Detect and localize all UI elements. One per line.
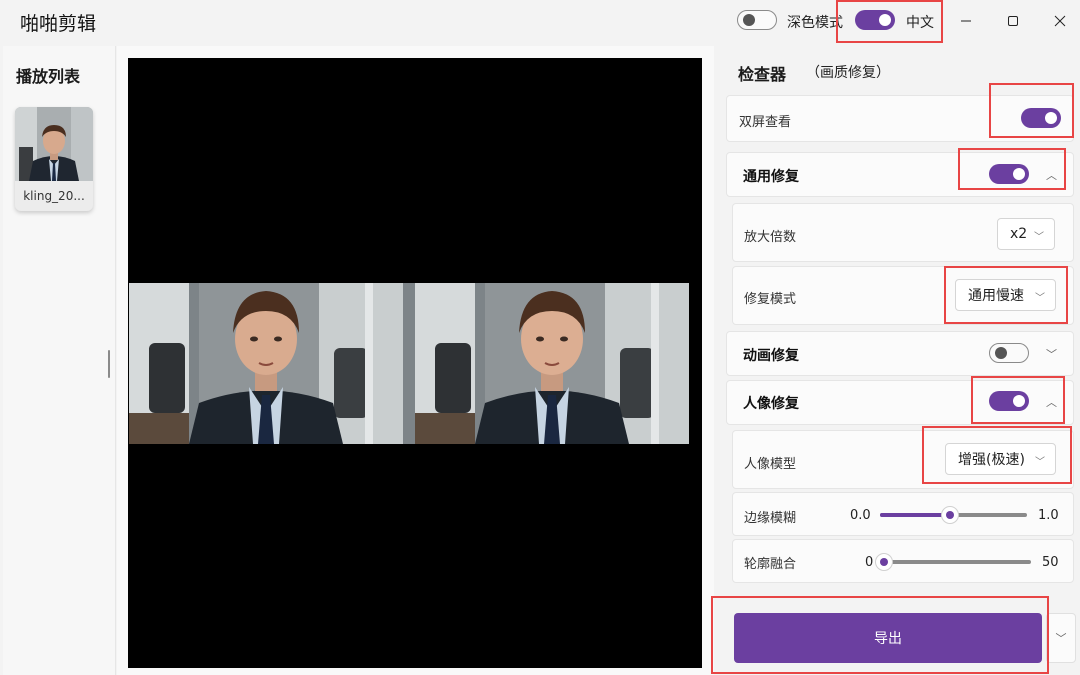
inspector-subtitle: （画质修复） [806, 65, 890, 81]
dark-mode-label: 深色模式 [787, 15, 843, 31]
general-repair-label: 通用修复 [743, 169, 799, 185]
clip-thumbnail [15, 107, 93, 181]
dual-screen-toggle[interactable] [1021, 108, 1061, 128]
chevron-down-icon[interactable]: ﹀ [1046, 346, 1057, 362]
contour-blend-max: 50 [1042, 555, 1059, 570]
edge-blur-label: 边缘模糊 [744, 511, 797, 526]
anime-repair-label: 动画修复 [743, 348, 799, 364]
minimize-button[interactable] [948, 6, 984, 36]
chevron-down-icon: ﹀ [1035, 293, 1045, 304]
dual-screen-label: 双屏查看 [739, 115, 792, 130]
edge-blur-min: 0.0 [850, 508, 871, 523]
edge-blur-max: 1.0 [1038, 508, 1059, 523]
portrait-repair-toggle[interactable] [989, 391, 1029, 411]
original-video-frame [129, 283, 403, 444]
playlist-splitter-handle[interactable] [108, 350, 110, 378]
repair-mode-value: 通用慢速 [968, 288, 1024, 304]
contour-blend-track[interactable] [884, 560, 1031, 564]
maximize-button[interactable] [995, 6, 1031, 36]
chevron-down-icon: ﹀ [1035, 457, 1045, 468]
contour-blend-min: 0 [865, 555, 874, 570]
portrait-model-label: 人像模型 [744, 457, 797, 472]
edge-blur-fill [880, 513, 950, 517]
close-icon [1054, 15, 1066, 27]
export-options-button[interactable]: ﹀ [1046, 613, 1076, 663]
close-button[interactable] [1042, 6, 1078, 36]
portrait-model-select[interactable]: 增强(极速) ﹀ [945, 443, 1056, 475]
scale-select[interactable]: x2 ﹀ [997, 218, 1055, 250]
repair-mode-select[interactable]: 通用慢速 ﹀ [955, 279, 1056, 311]
playlist-title: 播放列表 [16, 67, 81, 86]
general-repair-toggle[interactable] [989, 164, 1029, 184]
language-toggle[interactable] [855, 10, 895, 30]
portrait-repair-label: 人像修复 [743, 396, 799, 412]
repaired-video-frame [415, 283, 689, 444]
repair-mode-label: 修复模式 [744, 292, 797, 307]
portrait-model-value: 增强(极速) [958, 452, 1025, 468]
minimize-icon [961, 20, 971, 22]
language-label: 中文 [906, 15, 934, 31]
title-bar: 啪啪剪辑 深色模式 中文 [0, 0, 1080, 44]
playlist-panel: 播放列表 kling_20... [3, 46, 116, 675]
chevron-up-icon[interactable]: ︿ [1046, 167, 1057, 183]
chevron-down-icon: ﹀ [1034, 232, 1044, 243]
anime-repair-toggle[interactable] [989, 343, 1029, 363]
app-title: 啪啪剪辑 [20, 13, 97, 35]
chevron-down-icon: ﹀ [1055, 632, 1067, 645]
scale-value: x2 [1010, 226, 1028, 242]
frame-divider [403, 283, 415, 444]
playlist-item[interactable]: kling_20... [15, 107, 93, 211]
contour-blend-label: 轮廓融合 [744, 557, 797, 572]
chevron-up-icon[interactable]: ︿ [1046, 394, 1057, 410]
export-button[interactable]: 导出 [734, 613, 1042, 663]
dark-mode-toggle[interactable] [737, 10, 777, 30]
clip-name: kling_20... [23, 189, 85, 203]
inspector-title: 检查器 [738, 65, 787, 84]
edge-blur-thumb[interactable] [940, 506, 959, 524]
contour-blend-thumb[interactable] [875, 553, 893, 571]
scale-label: 放大倍数 [744, 230, 797, 245]
maximize-icon [1008, 16, 1018, 26]
